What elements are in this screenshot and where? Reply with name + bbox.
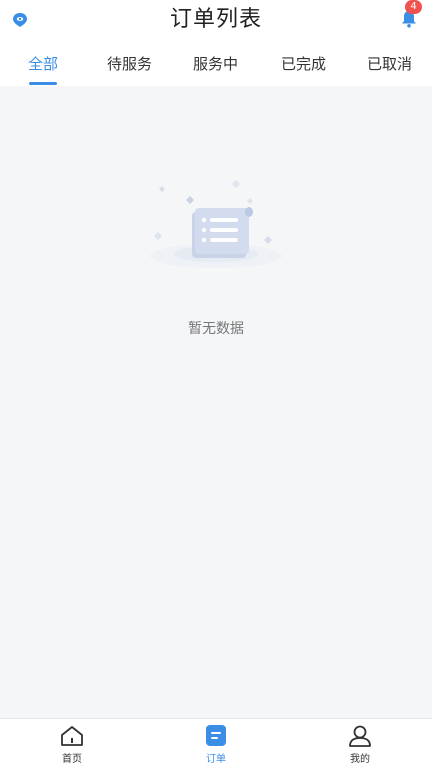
- page-title: 订单列表: [169, 7, 262, 32]
- empty-state-text: 暂无数据: [188, 321, 244, 337]
- order-icon: [206, 725, 226, 746]
- active-tab-indicator: [29, 82, 57, 85]
- nav-home-label: 首页: [62, 754, 82, 765]
- nav-orders-label: 订单: [206, 754, 226, 765]
- empty-list-illustration: [150, 180, 282, 268]
- home-icon: [61, 726, 83, 746]
- nav-profile[interactable]: 我的: [330, 719, 390, 768]
- notification-badge: 4: [405, 0, 422, 14]
- nav-home[interactable]: 首页: [42, 719, 102, 768]
- bottom-navigation: 首页 订单 我的: [0, 718, 432, 768]
- app-screen: 订单列表 4 全部 待服务 服务中 已完成 已取消 暂无数据 首页 订单 我的: [0, 0, 432, 768]
- order-status-tabs: 全部 待服务 服务中 已完成 已取消: [0, 46, 432, 86]
- user-icon: [349, 725, 371, 747]
- tab-all[interactable]: 全部: [28, 54, 58, 78]
- nav-profile-label: 我的: [350, 754, 370, 765]
- nav-orders[interactable]: 订单: [186, 719, 246, 768]
- tab-completed[interactable]: 已完成: [281, 54, 326, 78]
- tab-pending-service[interactable]: 待服务: [107, 54, 152, 78]
- tab-in-service[interactable]: 服务中: [193, 54, 238, 78]
- tab-cancelled[interactable]: 已取消: [367, 54, 412, 78]
- header: 订单列表 4 全部 待服务 服务中 已完成 已取消: [0, 0, 432, 86]
